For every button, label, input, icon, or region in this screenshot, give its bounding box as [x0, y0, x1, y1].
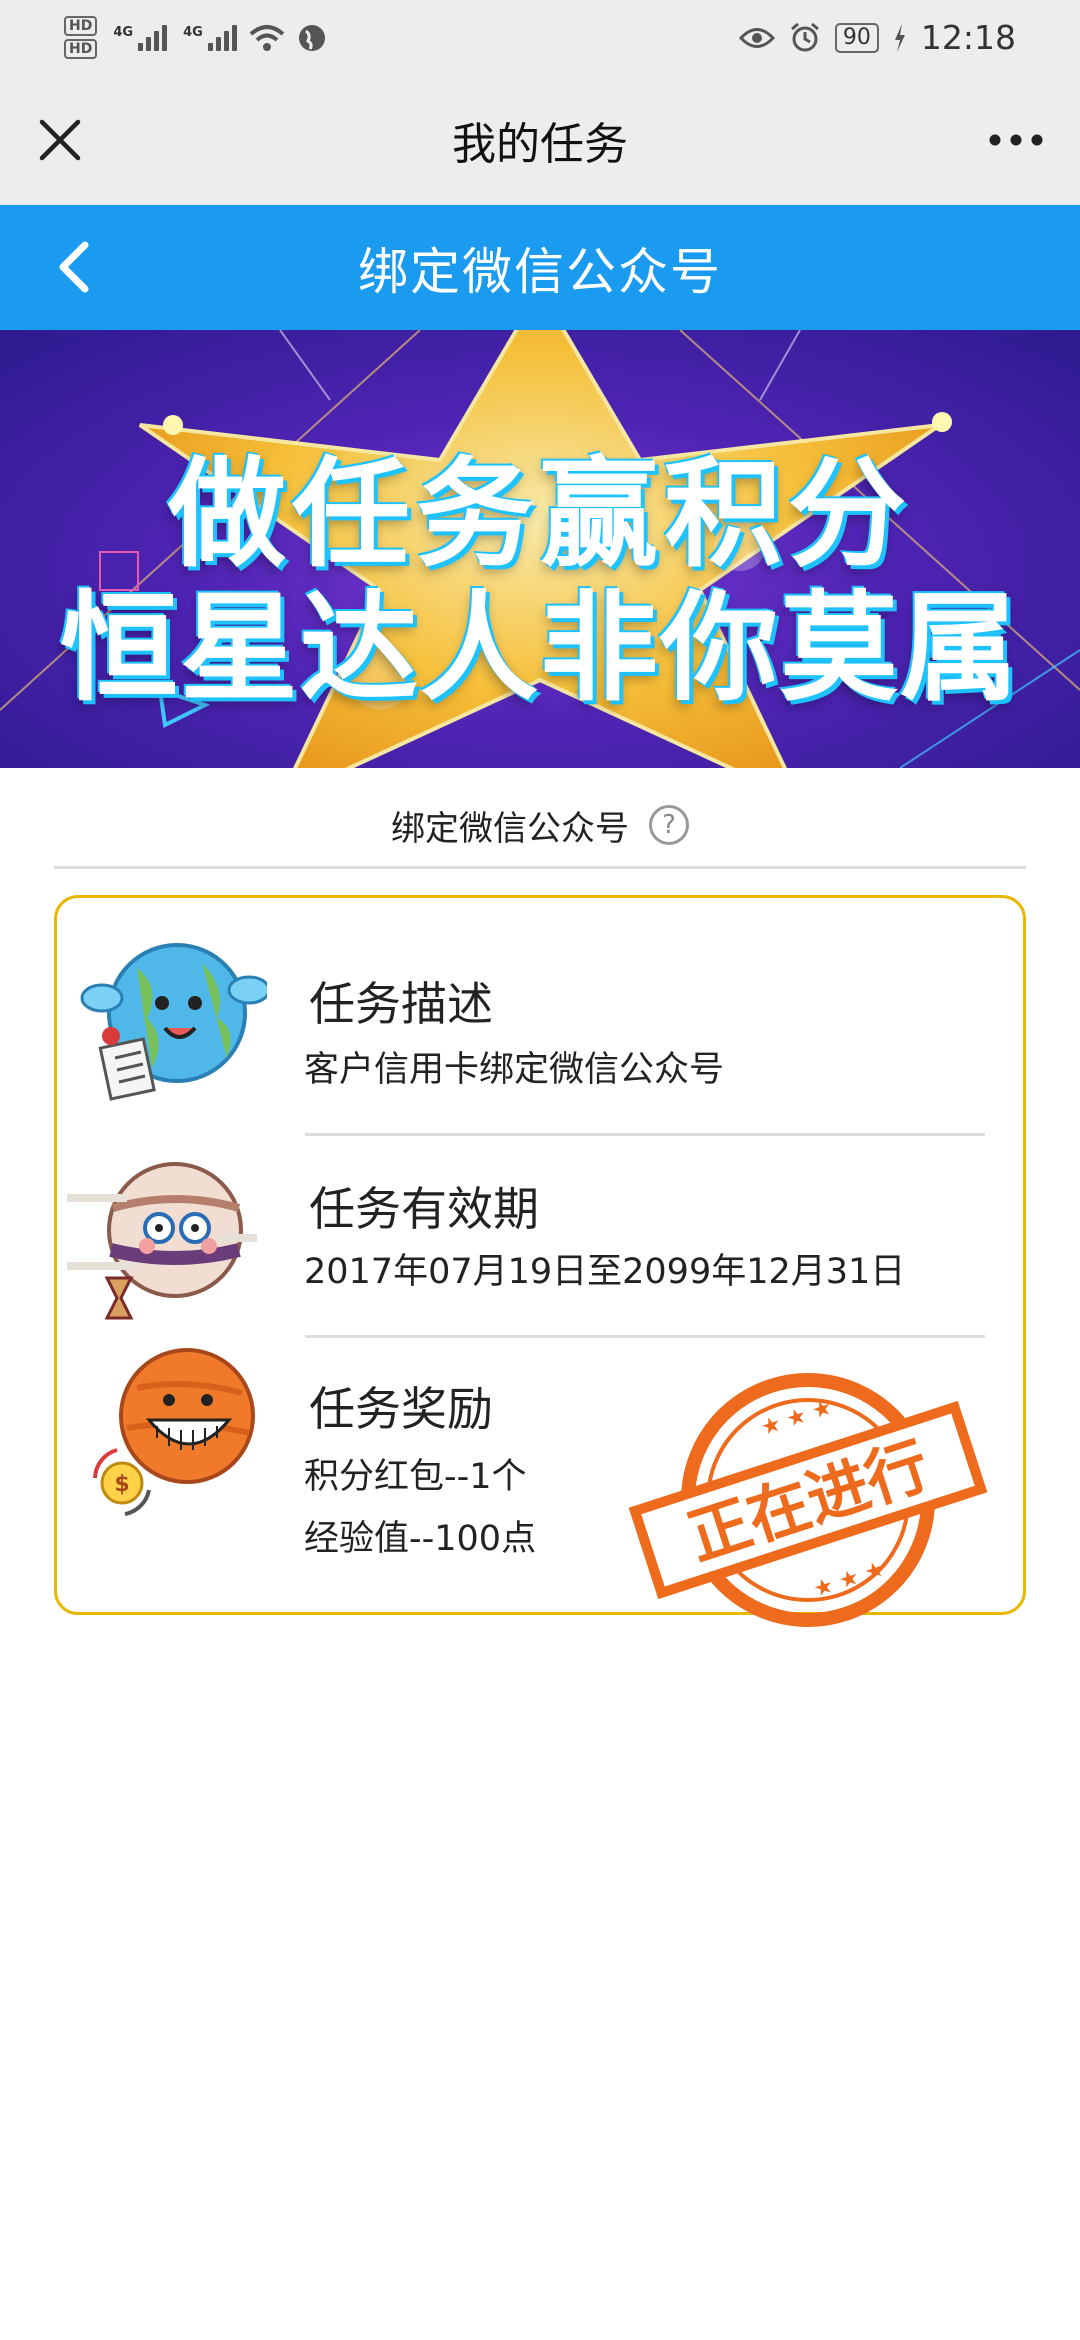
more-button[interactable]	[976, 110, 1056, 170]
divider	[54, 866, 1026, 869]
task-description-value: 客户信用卡绑定微信公众号	[304, 1050, 725, 1090]
planet-glasses-mascot-icon	[67, 1162, 257, 1320]
page-title: 我的任务	[452, 119, 628, 170]
more-dots-icon	[989, 134, 1043, 146]
network-type-1: 4G	[113, 24, 134, 40]
back-button[interactable]	[40, 232, 110, 302]
task-reward-item-2: 经验值--100点	[304, 1519, 537, 1559]
clock: 12:18	[920, 18, 1016, 57]
hd-badge-1: HD	[64, 16, 98, 36]
sub-header: 绑定微信公众号	[0, 205, 1080, 330]
banner-headline-2: 恒星达人非你莫属	[59, 579, 1020, 717]
globe-icon	[298, 24, 325, 51]
earth-mascot-icon	[80, 943, 267, 1101]
sub-header-title: 绑定微信公众号	[358, 242, 722, 301]
alarm-icon	[790, 22, 819, 51]
promo-banner: 做任务赢积分 恒星达人非你莫属	[0, 330, 1080, 768]
signal-2-icon: 4G	[183, 24, 237, 51]
status-left: HD HD 4G 4G	[64, 16, 327, 59]
task-reward-item-1: 积分红包--1个	[304, 1457, 527, 1497]
eye-icon	[738, 27, 775, 48]
status-bar: HD HD 4G 4G 90 12:18	[0, 0, 1080, 75]
task-reward-heading: 任务奖励	[309, 1382, 493, 1436]
hd-badge-2: HD	[64, 39, 98, 59]
network-type-2: 4G	[183, 24, 203, 40]
hd-indicators: HD HD	[64, 16, 98, 59]
task-validity-value: 2017年07月19日至2099年12月31日	[304, 1252, 906, 1292]
battery-level: 90	[834, 22, 879, 53]
charging-icon	[894, 23, 905, 52]
app-header: 我的任务	[0, 75, 1080, 205]
signal-1-icon: 4G	[113, 24, 168, 51]
task-validity-heading: 任务有效期	[309, 1182, 539, 1236]
wifi-icon	[249, 24, 285, 51]
orange-planet-mascot-icon: $	[93, 1348, 255, 1516]
in-progress-stamp: ★ ★ ★ ★ ★ ★ 正在进行	[628, 1373, 988, 1627]
section-header: 绑定微信公众号 ?	[0, 790, 1080, 860]
task-description-heading: 任务描述	[309, 977, 493, 1031]
row-divider	[305, 1335, 985, 1338]
section-title: 绑定微信公众号	[391, 808, 629, 849]
row-divider	[305, 1133, 985, 1136]
close-button[interactable]	[30, 110, 90, 170]
status-right: 90 12:18	[738, 18, 1016, 57]
chevron-left-icon	[59, 241, 89, 293]
svg-text:$: $	[114, 1472, 129, 1497]
close-icon	[39, 119, 81, 161]
help-icon[interactable]: ?	[649, 805, 689, 845]
